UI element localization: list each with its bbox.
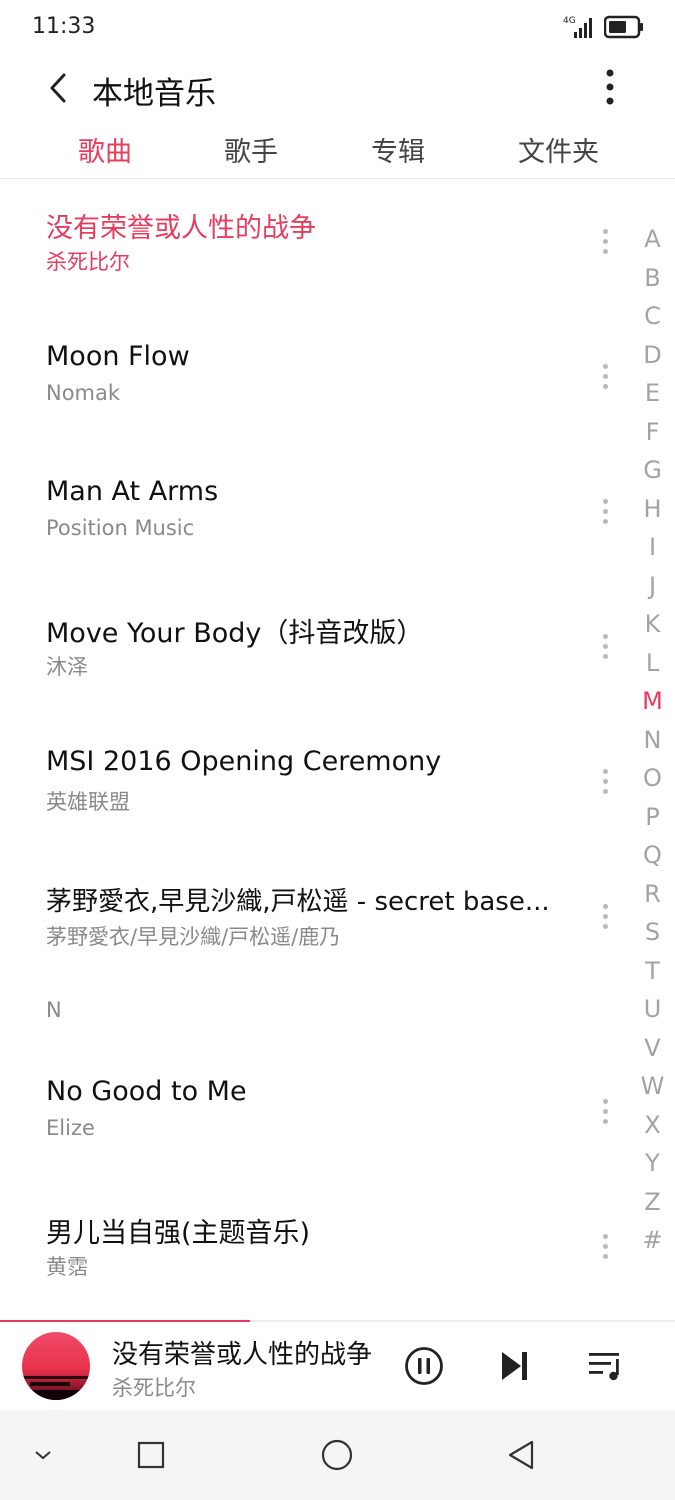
alphabet-letter[interactable]: O: [630, 759, 675, 798]
song-title: Moon Flow: [46, 341, 190, 372]
song-more-icon[interactable]: [590, 1221, 620, 1271]
signal-4g-icon: 4G: [563, 16, 592, 38]
song-row[interactable]: Man At Arms Position Music: [0, 476, 620, 594]
app-bar: 本地音乐: [0, 56, 675, 122]
song-artist: 黄霑: [46, 1255, 88, 1279]
alphabet-letter[interactable]: Y: [630, 1144, 675, 1183]
more-options-button[interactable]: [592, 62, 628, 112]
now-playing-title: 没有荣誉或人性的战争: [112, 1340, 373, 1370]
song-row[interactable]: Moon Flow Nomak: [0, 341, 620, 459]
song-title: MSI 2016 Opening Ceremony: [46, 746, 442, 777]
alphabet-letter[interactable]: U: [630, 990, 675, 1029]
alphabet-letter[interactable]: C: [630, 297, 675, 336]
song-artist: 杀死比尔: [46, 250, 130, 274]
section-header: N: [46, 998, 62, 1022]
skip-next-icon: [502, 1352, 527, 1380]
alphabet-letter[interactable]: K: [630, 605, 675, 644]
network-label: 4G: [563, 16, 576, 26]
album-cover-art: [22, 1332, 90, 1400]
alphabet-letter[interactable]: S: [630, 913, 675, 952]
song-row[interactable]: 没有荣誉或人性的战争 杀死比尔: [0, 206, 620, 324]
alphabet-letter[interactable]: R: [630, 875, 675, 914]
next-track-button[interactable]: [492, 1344, 536, 1388]
chevron-down-icon: [35, 1451, 51, 1460]
triangle-back-icon: [508, 1440, 534, 1470]
alphabet-letter[interactable]: #: [630, 1221, 675, 1260]
song-artist: 沐泽: [46, 655, 88, 679]
song-title: Move Your Body（抖音改版）: [46, 618, 424, 649]
recents-button[interactable]: [128, 1432, 174, 1478]
alphabet-letter[interactable]: N: [630, 721, 675, 760]
song-title: Man At Arms: [46, 476, 219, 507]
back-nav-button[interactable]: [498, 1432, 544, 1478]
circle-icon: [321, 1439, 353, 1471]
more-vertical-icon: [606, 69, 614, 105]
playlist-button[interactable]: [584, 1344, 628, 1388]
alphabet-letter[interactable]: P: [630, 798, 675, 837]
song-more-icon[interactable]: [590, 1086, 620, 1136]
now-playing-artist: 杀死比尔: [112, 1376, 196, 1400]
song-row[interactable]: MSI 2016 Opening Ceremony 英雄联盟: [0, 746, 620, 864]
song-more-icon[interactable]: [590, 351, 620, 401]
alphabet-letter[interactable]: B: [630, 259, 675, 298]
song-artist: 英雄联盟: [46, 790, 130, 814]
song-title: 没有荣誉或人性的战争: [46, 213, 316, 244]
page-title: 本地音乐: [92, 76, 216, 112]
alphabet-letter[interactable]: H: [630, 490, 675, 529]
alphabet-letter[interactable]: M: [630, 682, 675, 721]
status-time: 11:33: [32, 14, 96, 39]
square-icon: [137, 1441, 165, 1469]
alphabet-index[interactable]: A B C D E F G H I J K L M N O P Q R S T U V W X Y Z #: [630, 220, 675, 1260]
song-row[interactable]: 男儿当自强(主题音乐) 黄霑: [0, 1211, 620, 1329]
alphabet-letter[interactable]: G: [630, 451, 675, 490]
alphabet-letter[interactable]: V: [630, 1029, 675, 1068]
tab-albums[interactable]: 专辑: [371, 130, 425, 169]
song-artist: 茅野愛衣/早見沙織/戸松遥/鹿乃: [46, 925, 341, 949]
song-more-icon[interactable]: [590, 891, 620, 941]
home-button[interactable]: [314, 1432, 360, 1478]
mini-player[interactable]: 没有荣誉或人性的战争 杀死比尔: [0, 1322, 675, 1410]
collapse-button[interactable]: [20, 1432, 66, 1478]
pause-circle-icon: [405, 1347, 443, 1385]
song-more-icon[interactable]: [590, 621, 620, 671]
alphabet-letter[interactable]: X: [630, 1106, 675, 1145]
song-row[interactable]: 茅野愛衣,早見沙織,戸松遥 - secret base... 茅野愛衣/早見沙織…: [0, 881, 620, 999]
song-title: 茅野愛衣,早見沙織,戸松遥 - secret base...: [46, 887, 550, 917]
alphabet-letter[interactable]: I: [630, 528, 675, 567]
system-nav-bar: [0, 1410, 675, 1500]
song-artist: Elize: [46, 1116, 95, 1140]
tab-songs[interactable]: 歌曲: [78, 130, 132, 169]
song-row[interactable]: Move Your Body（抖音改版） 沐泽: [0, 611, 620, 729]
song-row[interactable]: No Good to Me Elize: [0, 1076, 620, 1194]
alphabet-letter[interactable]: Z: [630, 1183, 675, 1222]
song-more-icon[interactable]: [590, 216, 620, 266]
song-artist: Position Music: [46, 516, 195, 540]
song-more-icon[interactable]: [590, 756, 620, 806]
alphabet-letter[interactable]: Q: [630, 836, 675, 875]
alphabet-letter[interactable]: F: [630, 413, 675, 452]
tab-folders[interactable]: 文件夹: [518, 130, 599, 169]
play-pause-button[interactable]: [402, 1344, 446, 1388]
tab-artists[interactable]: 歌手: [224, 130, 278, 169]
alphabet-letter[interactable]: L: [630, 644, 675, 683]
back-button[interactable]: [38, 66, 78, 110]
playlist-icon: [589, 1353, 619, 1381]
status-bar: 11:33 4G: [0, 0, 675, 56]
tab-bar: 歌曲 歌手 专辑 文件夹: [0, 122, 675, 179]
alphabet-letter[interactable]: J: [630, 567, 675, 606]
battery-icon: [604, 15, 643, 39]
chevron-left-icon: [50, 73, 66, 103]
song-artist: Nomak: [46, 381, 121, 405]
song-title: 男儿当自强(主题音乐): [46, 1218, 311, 1249]
alphabet-letter[interactable]: D: [630, 336, 675, 375]
alphabet-letter[interactable]: A: [630, 220, 675, 259]
song-title: No Good to Me: [46, 1076, 247, 1107]
alphabet-letter[interactable]: T: [630, 952, 675, 991]
alphabet-letter[interactable]: E: [630, 374, 675, 413]
album-cover[interactable]: [22, 1332, 90, 1400]
song-more-icon[interactable]: [590, 486, 620, 536]
alphabet-letter[interactable]: W: [630, 1067, 675, 1106]
